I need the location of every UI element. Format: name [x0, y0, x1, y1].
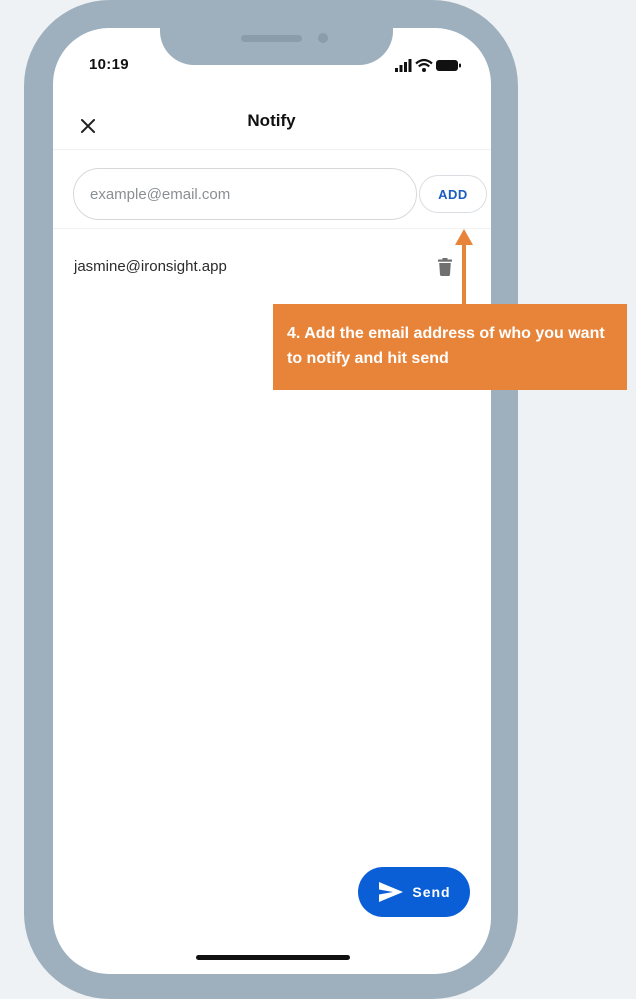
header-divider	[53, 149, 491, 150]
page-title: Notify	[247, 111, 296, 130]
home-indicator	[196, 955, 350, 960]
signal-icon	[395, 59, 412, 72]
callout-arrowhead	[455, 229, 473, 245]
send-button-label: Send	[412, 884, 451, 900]
email-input[interactable]	[73, 168, 417, 220]
status-time: 10:19	[89, 56, 129, 73]
close-icon	[81, 119, 95, 133]
instruction-callout: 4. Add the email address of who you want…	[273, 304, 627, 390]
trash-icon	[438, 258, 452, 276]
delete-recipient-button[interactable]	[433, 254, 457, 280]
battery-icon	[436, 60, 461, 71]
callout-pointer-line	[462, 243, 466, 305]
recipient-email: jasmine@ironsight.app	[74, 258, 227, 275]
front-camera	[318, 33, 328, 43]
status-icons	[394, 57, 466, 73]
wifi-icon	[415, 58, 433, 72]
send-icon	[379, 882, 404, 902]
close-button[interactable]	[72, 110, 104, 142]
speaker-grille	[241, 35, 302, 42]
send-button[interactable]: Send	[358, 867, 470, 917]
phone-notch	[160, 0, 393, 65]
add-button[interactable]: ADD	[419, 175, 487, 213]
input-divider	[53, 228, 491, 229]
